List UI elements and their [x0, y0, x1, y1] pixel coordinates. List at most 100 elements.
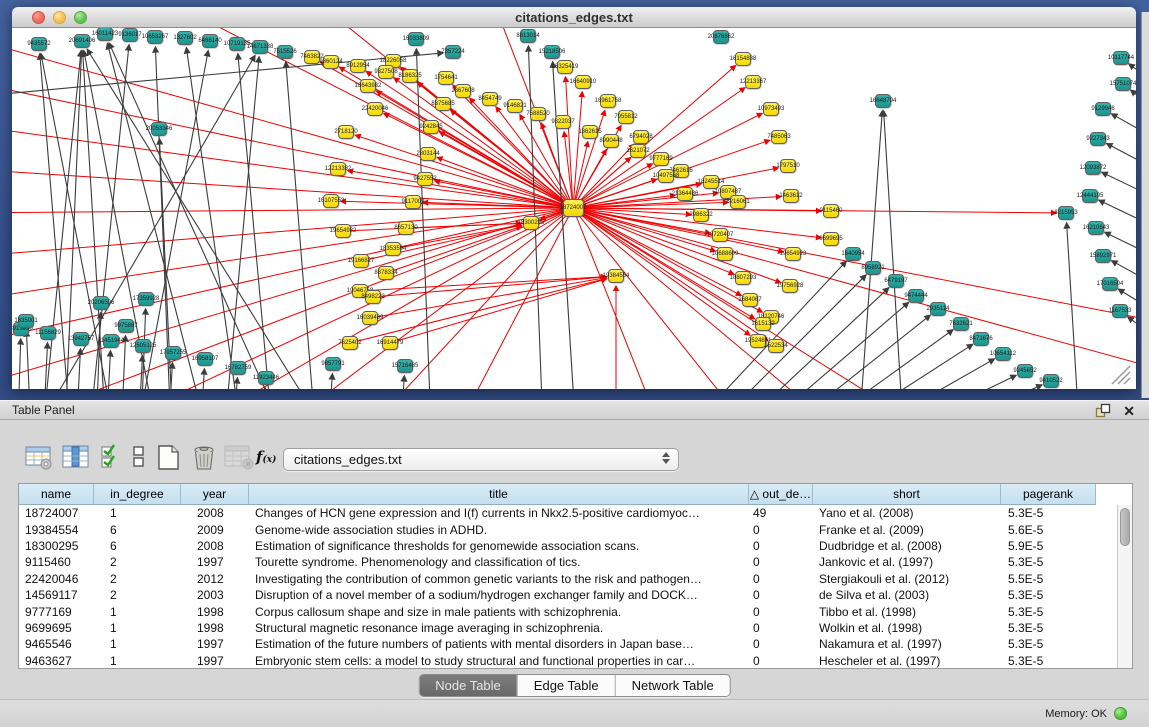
network-node[interactable]: 20206596	[93, 296, 109, 310]
table-cell[interactable]: 5.3E-5	[1001, 588, 1096, 602]
network-node[interactable]: 9435572	[31, 37, 47, 51]
network-node[interactable]: 7357224	[445, 45, 461, 59]
network-node[interactable]: 8186325	[402, 69, 418, 83]
table-cell[interactable]: 1998	[181, 605, 249, 619]
table-cell[interactable]: 6	[94, 539, 181, 553]
table-cell[interactable]: 14569117	[19, 588, 94, 602]
network-node[interactable]: 8454749	[482, 92, 498, 106]
network-node[interactable]: 1362615	[582, 125, 598, 139]
table-cell[interactable]: 5.3E-5	[1001, 555, 1096, 569]
network-node[interactable]: 7625402	[342, 336, 358, 350]
network-node[interactable]: 15218506	[544, 45, 560, 59]
network-node[interactable]: 1621072	[630, 144, 646, 158]
network-node[interactable]: 12444195	[1082, 189, 1098, 203]
network-node[interactable]: 2367608	[455, 84, 471, 98]
network-node[interactable]: 9327508	[378, 65, 394, 79]
float-window-icon[interactable]	[1095, 403, 1111, 418]
table-cell[interactable]: 1	[94, 654, 181, 668]
network-node[interactable]: 2718120	[338, 125, 354, 139]
network-node[interactable]: 19654923	[785, 247, 801, 261]
network-node[interactable]: 2684067	[742, 293, 758, 307]
table-cell[interactable]: 2009	[181, 523, 249, 537]
table-cell[interactable]: 0	[749, 637, 813, 651]
network-node[interactable]: 8813014	[520, 29, 536, 43]
network-node[interactable]: 9860124	[323, 55, 339, 69]
table-row[interactable]: 1938455462009Genome-wide association stu…	[19, 521, 1096, 537]
network-node[interactable]: 13942757	[73, 332, 89, 346]
network-node[interactable]: 7515526	[277, 45, 293, 59]
network-node[interactable]: 2986322	[693, 208, 709, 222]
zoom-window-button[interactable]	[74, 11, 87, 24]
column-header[interactable]: name	[19, 484, 94, 505]
table-cell[interactable]: Stergiakouli et al. (2012)	[813, 572, 1001, 586]
network-node[interactable]: 17359928	[138, 292, 154, 306]
column-chooser-icon[interactable]	[62, 444, 90, 470]
table-cell[interactable]: Disruption of a novel member of a sodium…	[249, 588, 749, 602]
table-cell[interactable]: 0	[749, 605, 813, 619]
network-node[interactable]: 2803144	[420, 147, 436, 161]
network-node[interactable]: 8990448	[603, 134, 619, 148]
select-columns-icon[interactable]	[100, 444, 124, 470]
network-node[interactable]: 7955812	[618, 110, 634, 124]
table-cell[interactable]: 2	[94, 572, 181, 586]
network-node[interactable]: 19756928	[782, 279, 798, 293]
network-node[interactable]: 12213367	[745, 75, 761, 89]
network-node[interactable]: 2522534	[768, 339, 784, 353]
column-header[interactable]: in_degree	[94, 484, 181, 505]
table-cell[interactable]: 19384554	[19, 523, 94, 537]
network-node[interactable]: 9975887	[118, 319, 134, 333]
table-row[interactable]: 969969511998Structural magnetic resonanc…	[19, 620, 1096, 636]
table-cell[interactable]: 9465546	[19, 637, 94, 651]
network-node[interactable]: 7632621	[953, 317, 969, 331]
table-cell[interactable]: 5.3E-5	[1001, 637, 1096, 651]
table-cell[interactable]: 1998	[181, 621, 249, 635]
table-row[interactable]: 977716911998Corpus callosum shape and si…	[19, 603, 1096, 619]
network-node[interactable]: 15716485	[397, 359, 413, 373]
network-node[interactable]: 10654112	[995, 347, 1011, 361]
table-row[interactable]: 911546021997Tourette syndrome. Phenomeno…	[19, 554, 1096, 570]
table-cell[interactable]: Hescheler et al. (1997)	[813, 654, 1001, 668]
vertical-scrollbar[interactable]	[1117, 505, 1132, 668]
network-node[interactable]: 1167533	[1112, 304, 1128, 318]
network-node[interactable]: 12213382	[330, 162, 346, 176]
table-cell[interactable]: Structural magnetic resonance image aver…	[249, 621, 749, 635]
table-cell[interactable]: 5.3E-5	[1001, 506, 1096, 520]
memory-ok-icon[interactable]	[1114, 707, 1127, 720]
network-node[interactable]: 12505125	[135, 339, 151, 353]
column-header[interactable]: year	[181, 484, 249, 505]
table-cell[interactable]: 1	[94, 506, 181, 520]
network-node[interactable]: 18245514	[703, 175, 719, 189]
network-node[interactable]: 7463822	[304, 50, 320, 64]
network-node[interactable]: 1797510	[780, 159, 796, 173]
table-row[interactable]: 946362711997Embryonic stem cells: a mode…	[19, 653, 1096, 669]
network-node[interactable]: 9427552	[417, 172, 433, 186]
table-cell[interactable]: 5.3E-5	[1001, 621, 1096, 635]
table-cell[interactable]: Jankovic et al. (1997)	[813, 555, 1001, 569]
table-cell[interactable]: 0	[749, 588, 813, 602]
resize-grip-icon[interactable]	[1106, 360, 1132, 386]
network-node[interactable]: 15892971	[1095, 249, 1111, 263]
network-node[interactable]: 18807293	[735, 271, 751, 285]
network-node[interactable]: 6216061	[730, 195, 746, 209]
network-node[interactable]: 9129946	[1095, 102, 1111, 116]
network-node[interactable]: 6794028	[633, 130, 649, 144]
table-cell[interactable]: Franke et al. (2009)	[813, 523, 1001, 537]
network-node[interactable]: 8958921	[865, 261, 881, 275]
table-cell[interactable]: 0	[749, 654, 813, 668]
row-height-icon[interactable]	[132, 444, 146, 470]
network-node[interactable]: 18300295	[523, 216, 539, 230]
network-node[interactable]: 1835001	[18, 314, 34, 328]
table-cell[interactable]: 1	[94, 637, 181, 651]
network-node[interactable]: 8471676	[973, 332, 989, 346]
table-cell[interactable]: Wolkin et al. (1998)	[813, 621, 1001, 635]
table-cell[interactable]: 0	[749, 572, 813, 586]
table-cell[interactable]: de Silva et al. (2003)	[813, 588, 1001, 602]
table-cell[interactable]: 49	[749, 506, 813, 520]
column-header[interactable]: △ out_de…	[749, 484, 813, 505]
network-node[interactable]: 22420046	[367, 102, 383, 116]
network-node[interactable]: 6479197	[888, 274, 904, 288]
table-cell[interactable]: 9699695	[19, 621, 94, 635]
table-cell[interactable]: Dudbridge et al. (2008)	[813, 539, 1001, 553]
network-node[interactable]: 20053346	[151, 122, 167, 136]
table-cell[interactable]: 1	[94, 605, 181, 619]
